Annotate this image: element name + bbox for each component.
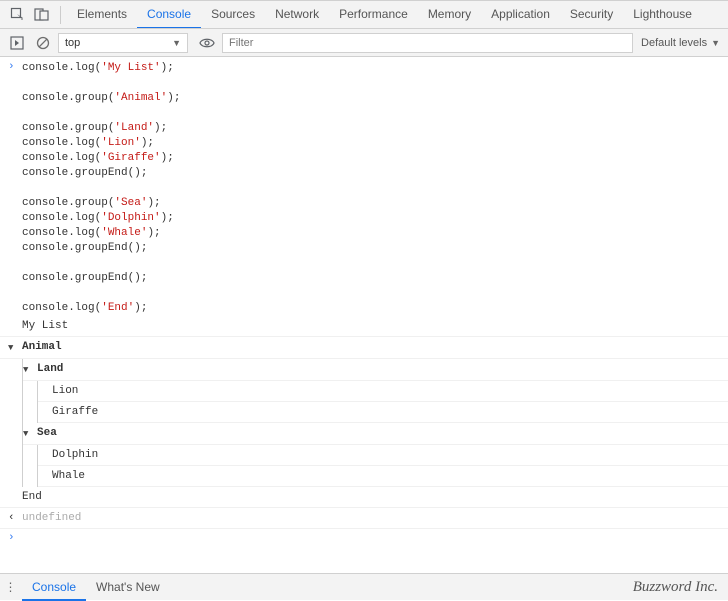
context-selector[interactable]: top ▼ bbox=[58, 33, 188, 53]
input-prompt-icon: › bbox=[8, 61, 22, 316]
code-input-block: console.log('My List'); console.group('A… bbox=[22, 61, 180, 316]
tab-lighthouse[interactable]: Lighthouse bbox=[623, 1, 702, 29]
disclosure-triangle-icon[interactable]: ▼ bbox=[23, 423, 37, 444]
tab-memory[interactable]: Memory bbox=[418, 1, 481, 29]
context-value: top bbox=[65, 37, 80, 49]
log-levels-dropdown[interactable]: Default levels ▼ bbox=[641, 37, 720, 49]
return-value: undefined bbox=[22, 508, 720, 528]
tab-sources[interactable]: Sources bbox=[201, 1, 265, 29]
eye-icon[interactable] bbox=[196, 32, 218, 54]
log-line: My List bbox=[22, 316, 720, 336]
log-line: Giraffe bbox=[52, 402, 720, 422]
brand-label: Buzzword Inc. bbox=[633, 579, 718, 596]
console-output: › console.log('My List'); console.group(… bbox=[0, 57, 728, 573]
log-line: End bbox=[22, 487, 720, 507]
device-toggle-icon[interactable] bbox=[30, 4, 52, 26]
tab-network[interactable]: Network bbox=[265, 1, 329, 29]
group-label: Sea bbox=[37, 423, 57, 444]
filter-input[interactable] bbox=[229, 37, 626, 49]
group-label: Animal bbox=[22, 337, 62, 358]
inspect-icon[interactable] bbox=[6, 4, 28, 26]
bottom-drawer: ⋮ ConsoleWhat's New Buzzword Inc. bbox=[0, 573, 728, 600]
tab-application[interactable]: Application bbox=[481, 1, 560, 29]
filter-input-wrap[interactable] bbox=[222, 33, 633, 53]
log-line: Dolphin bbox=[52, 445, 720, 465]
input-prompt-icon: › bbox=[8, 532, 22, 544]
chevron-down-icon: ▼ bbox=[172, 38, 181, 48]
chevron-down-icon: ▼ bbox=[711, 38, 720, 48]
tab-performance[interactable]: Performance bbox=[329, 1, 418, 29]
tab-console[interactable]: Console bbox=[137, 1, 201, 29]
log-levels-label: Default levels bbox=[641, 37, 707, 49]
top-tabs: ElementsConsoleSourcesNetworkPerformance… bbox=[0, 1, 728, 29]
disclosure-triangle-icon[interactable]: ▼ bbox=[8, 337, 22, 358]
return-prompt-icon: ‹ bbox=[8, 508, 22, 528]
group-label: Land bbox=[37, 359, 63, 380]
clear-console-icon[interactable] bbox=[32, 32, 54, 54]
log-line: Whale bbox=[52, 466, 720, 486]
disclosure-triangle-icon[interactable]: ▼ bbox=[23, 359, 37, 380]
tab-elements[interactable]: Elements bbox=[67, 1, 137, 29]
execute-icon[interactable] bbox=[6, 32, 28, 54]
drawer-tab-what-s-new[interactable]: What's New bbox=[86, 574, 170, 601]
tab-security[interactable]: Security bbox=[560, 1, 623, 29]
console-toolbar: top ▼ Default levels ▼ bbox=[0, 29, 728, 57]
log-line: Lion bbox=[52, 381, 720, 401]
console-input-line[interactable] bbox=[22, 532, 720, 544]
more-icon[interactable]: ⋮ bbox=[0, 580, 22, 594]
drawer-tab-console[interactable]: Console bbox=[22, 574, 86, 601]
